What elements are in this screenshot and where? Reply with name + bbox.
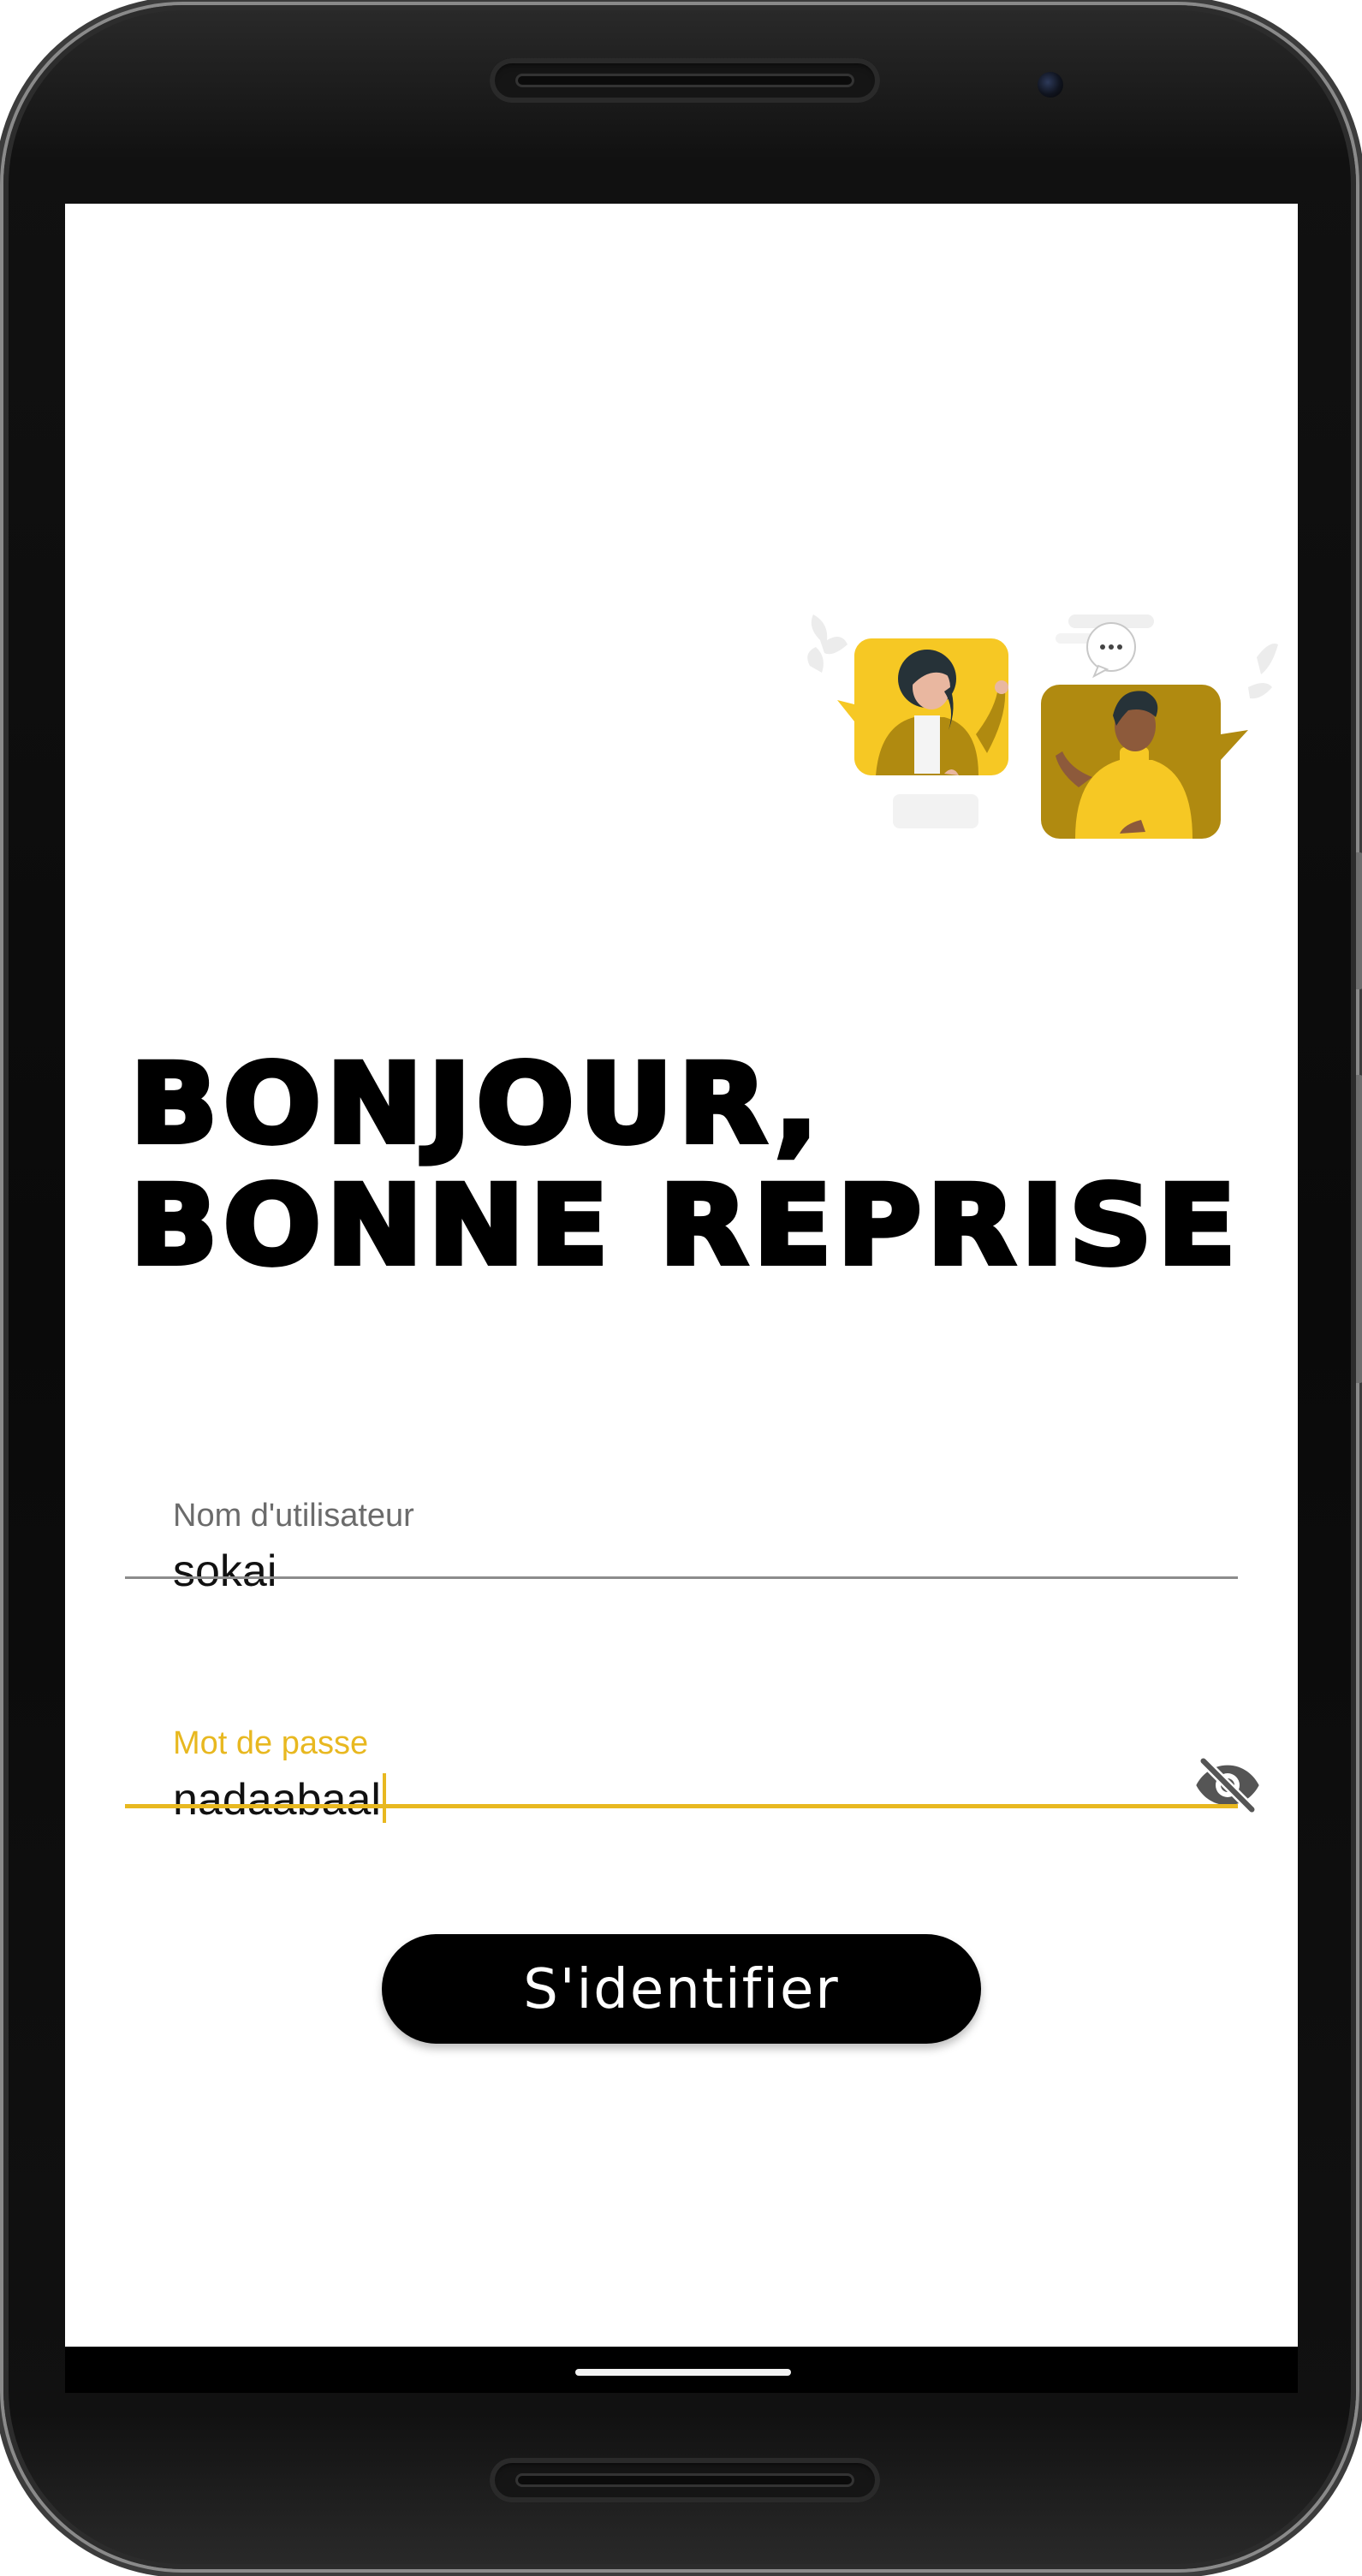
password-value: nadaabaal — [173, 1775, 381, 1825]
bottom-speaker — [490, 2458, 880, 2502]
password-input[interactable]: nadaabaal — [173, 1773, 386, 1825]
password-underline — [125, 1804, 1238, 1808]
text-cursor — [382, 1773, 386, 1823]
username-input[interactable]: sokai — [173, 1546, 277, 1597]
title-line-1: BONJOUR, — [128, 1041, 824, 1168]
eye-off-icon[interactable] — [1193, 1751, 1262, 1819]
front-camera — [1038, 72, 1063, 98]
page-title: BONJOUR, BONNE REPRISE — [128, 1041, 1242, 1290]
top-speaker — [490, 58, 880, 103]
password-label: Mot de passe — [173, 1725, 369, 1761]
app-screen: BONJOUR, BONNE REPRISE Nom d'utilisateur… — [65, 204, 1298, 2347]
volume-button — [1356, 852, 1362, 989]
power-button — [1356, 1075, 1362, 1383]
username-underline — [125, 1576, 1238, 1579]
sign-in-button[interactable]: S'identifier — [382, 1934, 981, 2044]
home-indicator[interactable] — [575, 2369, 791, 2376]
system-navigation-bar — [65, 2347, 1298, 2393]
video-chat-illustration — [807, 614, 1278, 839]
username-label: Nom d'utilisateur — [173, 1498, 414, 1534]
username-field[interactable]: Nom d'utilisateur sokai — [125, 1462, 1238, 1596]
title-line-2: BONNE REPRISE — [128, 1162, 1242, 1290]
password-field[interactable]: Mot de passe nadaabaal — [125, 1689, 1259, 1825]
